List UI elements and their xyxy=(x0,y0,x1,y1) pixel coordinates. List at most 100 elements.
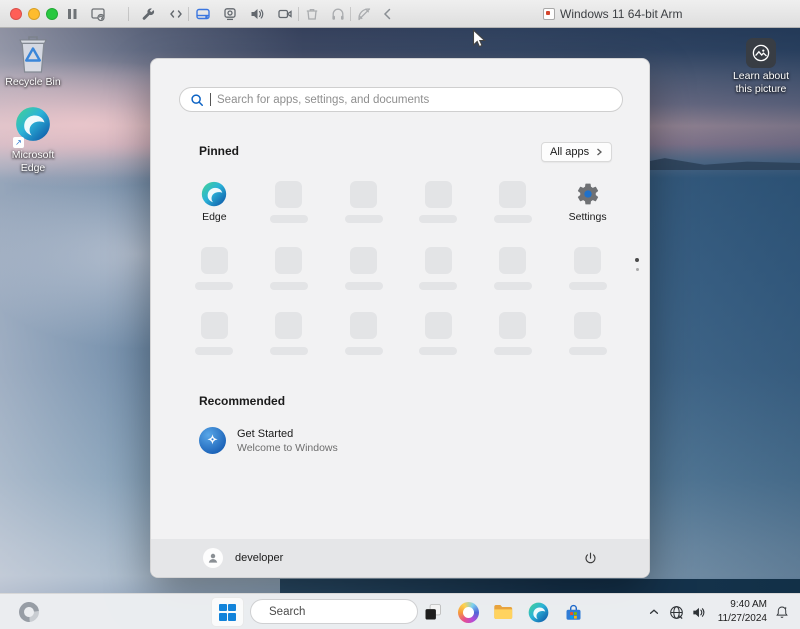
notifications-button[interactable] xyxy=(772,600,792,624)
speaker-icon xyxy=(691,605,706,620)
file-explorer-icon xyxy=(492,601,514,623)
all-apps-label: All apps xyxy=(550,146,589,158)
file-explorer-button[interactable] xyxy=(491,600,515,624)
vm-title: Windows 11 64-bit Arm xyxy=(543,0,683,28)
taskbar-search-box[interactable] xyxy=(250,599,418,624)
recommended-item-get-started[interactable]: Get Started Welcome to Windows xyxy=(199,427,338,454)
edge-icon xyxy=(528,602,549,623)
person-icon xyxy=(206,551,220,565)
pinned-placeholder-tile xyxy=(177,312,252,355)
recycle-bin-icon xyxy=(16,34,50,74)
code-icon[interactable] xyxy=(168,6,184,22)
edge-button[interactable] xyxy=(526,600,550,624)
volume-button[interactable] xyxy=(688,600,708,624)
pinned-placeholder-tile xyxy=(252,247,327,290)
text-caret xyxy=(210,93,211,106)
chevron-up-icon xyxy=(648,606,660,618)
tray-date: 11/27/2024 xyxy=(718,612,767,626)
taskbar-search-input[interactable] xyxy=(269,606,423,618)
pinned-placeholder-tile xyxy=(476,312,551,355)
wrench-icon[interactable] xyxy=(140,6,156,22)
power-button[interactable] xyxy=(577,545,603,571)
user-name[interactable]: developer xyxy=(235,552,283,564)
pinned-placeholder-tile xyxy=(401,312,476,355)
pinned-placeholder-tile xyxy=(550,312,625,355)
user-avatar[interactable] xyxy=(203,548,223,568)
pinned-placeholder-tile xyxy=(401,247,476,290)
harddisk-icon[interactable] xyxy=(195,6,211,22)
tray-chevron-up-button[interactable] xyxy=(645,600,663,624)
pinned-placeholder-tile xyxy=(252,181,327,223)
pinned-page-dots[interactable] xyxy=(635,258,639,271)
pinned-placeholder-tile xyxy=(252,312,327,355)
start-button[interactable] xyxy=(211,597,244,627)
wallpaper-shore xyxy=(280,579,800,593)
pinned-placeholder-tile xyxy=(326,181,401,223)
headphones-icon[interactable] xyxy=(330,6,346,22)
network-button[interactable] xyxy=(666,600,686,624)
pinned-app-label: Settings xyxy=(569,211,607,223)
page-dot[interactable] xyxy=(636,268,639,271)
video-camera-icon[interactable] xyxy=(277,6,293,22)
recommended-section-title: Recommended xyxy=(199,394,285,408)
minimize-window-button[interactable] xyxy=(28,8,40,20)
windows-taskbar: 9:40 AM 11/27/2024 xyxy=(0,593,800,629)
notifications-bell-icon xyxy=(774,604,790,620)
trash-icon[interactable] xyxy=(304,6,320,22)
network-globe-icon xyxy=(669,605,684,620)
task-view-icon xyxy=(423,602,443,622)
webcam-icon[interactable] xyxy=(222,6,238,22)
vm-window: Windows 11 64-bit Arm Recycle Bin xyxy=(0,0,800,629)
chevron-left-icon[interactable] xyxy=(380,6,396,22)
pinned-placeholder-tile xyxy=(401,181,476,223)
desktop-icon-learn-about-picture[interactable]: Learn about this picture xyxy=(728,38,794,95)
picture-icon xyxy=(752,44,770,62)
page-dot-active[interactable] xyxy=(635,258,639,262)
pinned-app-edge[interactable]: Edge xyxy=(177,181,252,223)
start-search-input[interactable] xyxy=(217,94,612,106)
pinned-grid-row xyxy=(177,312,625,355)
desktop-icon-label: Recycle Bin xyxy=(5,76,60,89)
copilot-button[interactable] xyxy=(456,600,480,624)
pinned-placeholder-tile xyxy=(476,247,551,290)
vm-title-text: Windows 11 64-bit Arm xyxy=(560,7,683,21)
search-icon xyxy=(190,93,204,107)
snapshots-button[interactable] xyxy=(90,6,106,22)
recommended-item-title: Get Started xyxy=(237,428,338,440)
macos-titlebar: Windows 11 64-bit Arm xyxy=(0,0,800,28)
close-window-button[interactable] xyxy=(10,8,22,20)
toolbar-separator xyxy=(128,7,129,21)
pause-vm-button[interactable] xyxy=(64,6,80,22)
pinned-app-settings[interactable]: Settings xyxy=(550,181,625,223)
recommended-item-subtitle: Welcome to Windows xyxy=(237,442,338,454)
pinned-grid-row: Edge Settings xyxy=(177,181,625,223)
toolbar-separator xyxy=(298,7,299,21)
pinned-placeholder-tile xyxy=(476,181,551,223)
start-menu-user-bar: developer xyxy=(151,539,649,577)
phone-icon[interactable] xyxy=(356,6,372,22)
task-view-button[interactable] xyxy=(421,600,445,624)
microsoft-store-button[interactable] xyxy=(561,600,585,624)
start-menu: Pinned All apps Edge xyxy=(150,58,650,578)
copilot-icon xyxy=(458,602,479,623)
all-apps-button[interactable]: All apps xyxy=(541,142,612,162)
sound-icon[interactable] xyxy=(249,6,265,22)
tray-clock[interactable]: 9:40 AM 11/27/2024 xyxy=(718,598,767,625)
widgets-icon xyxy=(15,598,43,626)
edge-icon xyxy=(201,181,227,207)
windows-desktop[interactable]: Recycle Bin ↗ Microsoft Edge xyxy=(0,28,800,593)
windows-logo-icon xyxy=(219,604,236,621)
start-search-box[interactable] xyxy=(179,87,623,112)
zoom-window-button[interactable] xyxy=(46,8,58,20)
widgets-button[interactable] xyxy=(17,600,41,624)
desktop-icon-microsoft-edge[interactable]: ↗ Microsoft Edge xyxy=(4,106,62,174)
desktop-icon-label: Microsoft Edge xyxy=(4,149,62,174)
desktop-icon-recycle-bin[interactable]: Recycle Bin xyxy=(4,34,62,89)
chevron-right-icon xyxy=(595,148,603,156)
pinned-section-title: Pinned xyxy=(199,144,239,158)
pinned-placeholder-tile xyxy=(326,247,401,290)
power-icon xyxy=(583,551,598,566)
tray-time: 9:40 AM xyxy=(718,598,767,612)
pinned-placeholder-tile xyxy=(550,247,625,290)
toolbar-separator xyxy=(350,7,351,21)
